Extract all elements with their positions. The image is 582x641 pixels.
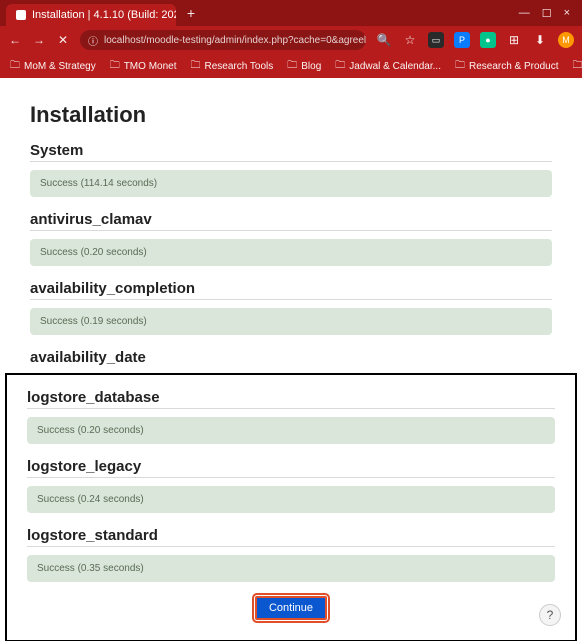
- nav-forward-icon[interactable]: →: [32, 33, 46, 47]
- bookmark-folder[interactable]: 🗀TMO Monet: [110, 58, 177, 75]
- bookmarks-bar: 🗀MoM & Strategy 🗀TMO Monet 🗀Research Too…: [0, 54, 582, 78]
- address-bar[interactable]: ⓘ localhost/moodle-testing/admin/index.p…: [80, 30, 366, 50]
- site-info-icon[interactable]: ⓘ: [88, 33, 98, 48]
- extension-icon[interactable]: ●: [480, 32, 496, 48]
- page-content-top: Installation System Success (114.14 seco…: [0, 78, 582, 368]
- help-button[interactable]: ?: [539, 604, 561, 626]
- status-success: Success (114.14 seconds): [30, 170, 552, 197]
- page-title: Installation: [30, 102, 552, 128]
- bookmark-folder[interactable]: 🗀Jadwal & Calendar...: [335, 58, 441, 75]
- folder-icon: 🗀: [335, 58, 345, 75]
- toolbar: ← → ✕ ⓘ localhost/moodle-testing/admin/i…: [0, 26, 582, 54]
- profile-avatar[interactable]: M: [558, 32, 574, 48]
- plugin-heading: logstore_standard: [27, 527, 555, 547]
- extension-icon[interactable]: P: [454, 32, 470, 48]
- bookmark-folder[interactable]: 🗀Design: [572, 58, 582, 75]
- url-text: localhost/moodle-testing/admin/index.php…: [104, 35, 366, 46]
- browser-chrome: Installation | 4.1.10 (Build: 2024 × + —…: [0, 0, 582, 78]
- bookmark-folder[interactable]: 🗀Research & Product: [455, 58, 559, 75]
- new-tab-button[interactable]: +: [182, 5, 200, 21]
- plugin-heading: antivirus_clamav: [30, 211, 552, 231]
- plugin-heading: System: [30, 142, 552, 162]
- folder-icon: 🗀: [10, 58, 20, 75]
- folder-icon: 🗀: [572, 58, 582, 75]
- search-icon[interactable]: 🔍: [376, 33, 392, 47]
- page-content-bottom: logstore_database Success (0.20 seconds)…: [6, 374, 576, 641]
- folder-icon: 🗀: [191, 58, 201, 75]
- window-maximize-icon[interactable]: ☐: [542, 7, 552, 20]
- status-success: Success (0.24 seconds): [27, 486, 555, 513]
- downloads-icon[interactable]: ⬇: [532, 33, 548, 47]
- folder-icon: 🗀: [110, 58, 120, 75]
- bookmark-star-icon[interactable]: ☆: [402, 33, 418, 47]
- status-success: Success (0.20 seconds): [30, 239, 552, 266]
- plugin-heading: availability_completion: [30, 280, 552, 300]
- plugin-heading: logstore_database: [27, 389, 555, 409]
- tab-strip: Installation | 4.1.10 (Build: 2024 × + —…: [0, 0, 582, 26]
- plugin-heading: availability_date: [30, 349, 552, 368]
- folder-icon: 🗀: [455, 58, 465, 75]
- continue-button[interactable]: Continue: [255, 596, 327, 620]
- status-success: Success (0.35 seconds): [27, 555, 555, 582]
- status-success: Success (0.19 seconds): [30, 308, 552, 335]
- tab-favicon: [16, 10, 26, 20]
- nav-back-icon[interactable]: ←: [8, 33, 22, 47]
- bookmark-folder[interactable]: 🗀Blog: [287, 58, 321, 75]
- extensions-menu-icon[interactable]: ⊞: [506, 33, 522, 47]
- folder-icon: 🗀: [287, 58, 297, 75]
- window-close-icon[interactable]: ×: [564, 7, 570, 20]
- tab-title: Installation | 4.1.10 (Build: 2024: [32, 9, 176, 21]
- status-success: Success (0.20 seconds): [27, 417, 555, 444]
- bookmark-folder[interactable]: 🗀Research Tools: [191, 58, 274, 75]
- window-minimize-icon[interactable]: —: [519, 7, 530, 20]
- bookmark-folder[interactable]: 🗀MoM & Strategy: [10, 58, 96, 75]
- plugin-heading: logstore_legacy: [27, 458, 555, 478]
- browser-tab[interactable]: Installation | 4.1.10 (Build: 2024 ×: [6, 4, 176, 26]
- nav-stop-icon[interactable]: ✕: [56, 33, 70, 47]
- extension-icon[interactable]: ▭: [428, 32, 444, 48]
